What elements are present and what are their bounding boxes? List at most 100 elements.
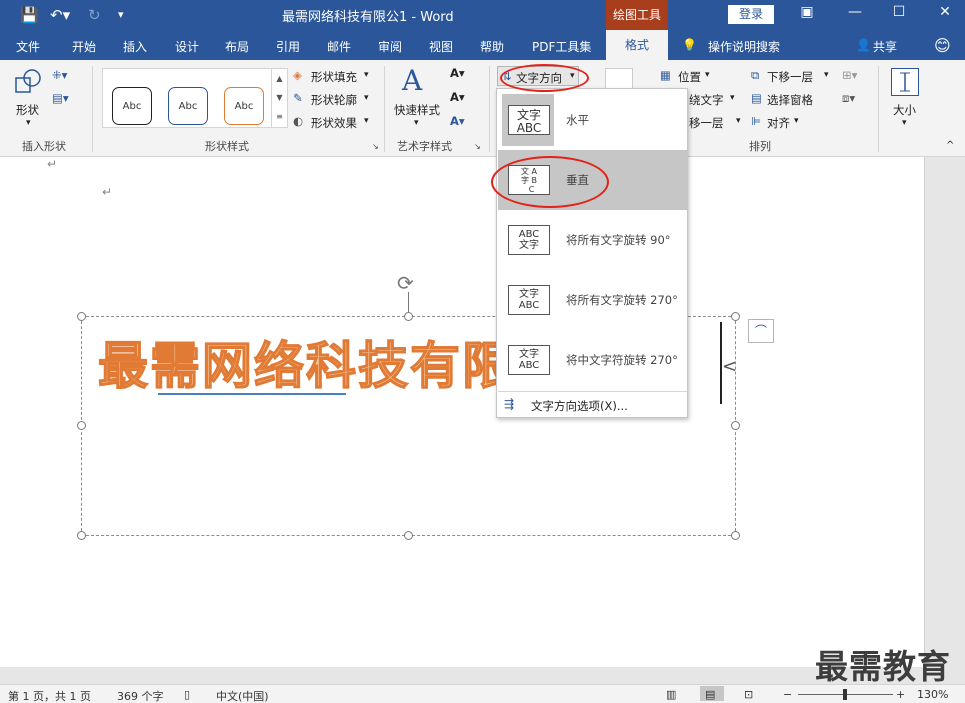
align-dropdown-icon[interactable]: ▾ — [794, 116, 799, 126]
rotate-icon[interactable]: ⧈▾ — [842, 91, 855, 106]
tab-insert[interactable]: 插入 — [123, 38, 147, 55]
layout-options-icon[interactable]: ⌒ — [748, 319, 774, 343]
shape-style-black[interactable]: Abc — [112, 87, 152, 125]
text-effects-icon[interactable]: A▾ — [450, 114, 465, 128]
tell-me-search[interactable]: 操作说明搜索 — [708, 38, 780, 55]
menu-item-text-direction-options[interactable]: ⇶ 文字方向选项(X)... — [498, 393, 687, 417]
shapes-dropdown-icon[interactable]: ▾ — [26, 118, 31, 128]
tab-mailings[interactable]: 邮件 — [327, 38, 351, 55]
text-outline-icon[interactable]: A▾ — [450, 90, 465, 104]
shapes-gallery-icon[interactable] — [14, 68, 44, 96]
login-button[interactable]: 登录 — [728, 5, 774, 24]
collapse-ribbon-icon[interactable]: ^ — [946, 140, 954, 151]
tab-review[interactable]: 审阅 — [378, 38, 402, 55]
bring-forward-button[interactable]: 移一层 — [689, 115, 724, 131]
close-icon[interactable]: ✕ — [930, 4, 960, 20]
tab-layout[interactable]: 布局 — [225, 38, 249, 55]
tab-references[interactable]: 引用 — [276, 38, 300, 55]
menu-item-rotate-270[interactable]: 文字 ABC 将所有文字旋转 270° — [498, 270, 687, 330]
shape-effects-button[interactable]: 形状效果 — [311, 115, 357, 131]
wrap-text-button[interactable]: 绕文字 — [689, 92, 724, 108]
rotate-handle-line — [408, 292, 409, 314]
tab-pdf-tools[interactable]: PDF工具集 — [532, 38, 591, 55]
text-box-icon[interactable]: ▤▾ — [52, 91, 69, 105]
customize-qat-icon[interactable]: ▾ — [118, 8, 124, 21]
language-indicator[interactable]: 中文(中国) — [216, 688, 269, 703]
text-fill-icon[interactable]: A▾ — [450, 66, 465, 80]
tab-file[interactable]: 文件 — [16, 38, 40, 55]
position-icon[interactable]: ▦ — [660, 68, 671, 82]
resize-handle-top-right[interactable] — [731, 312, 740, 321]
resize-handle-bottom-right[interactable] — [731, 531, 740, 540]
send-backward-dropdown-icon[interactable]: ▾ — [824, 70, 829, 80]
resize-handle-top[interactable] — [404, 312, 413, 321]
proofing-icon[interactable]: ▯ — [184, 688, 190, 701]
ribbon-display-options-icon[interactable]: ▣ — [792, 4, 822, 20]
tab-help[interactable]: 帮助 — [480, 38, 504, 55]
zoom-level[interactable]: 130% — [917, 688, 948, 701]
tab-home[interactable]: 开始 — [72, 38, 96, 55]
zoom-in-icon[interactable]: + — [896, 688, 905, 701]
menu-item-rotate-90[interactable]: ABC 文字 将所有文字旋转 90° — [498, 210, 687, 270]
send-backward-icon[interactable]: ⧉ — [751, 68, 759, 83]
rotate-handle-icon[interactable]: ⟳ — [397, 271, 414, 295]
minimize-icon[interactable]: — — [840, 4, 870, 20]
page-count[interactable]: 第 1 页，共 1 页 — [8, 688, 91, 703]
wrap-text-dropdown-icon[interactable]: ▾ — [730, 93, 735, 103]
undo-icon[interactable]: ↶▾ — [50, 6, 70, 24]
shape-outline-icon[interactable]: ✎ — [293, 91, 303, 105]
share-button[interactable]: 共享 — [873, 38, 897, 55]
edit-shape-icon[interactable]: ⁜▾ — [52, 68, 67, 82]
word-count[interactable]: 369 个字 — [117, 688, 164, 703]
feedback-smiley-icon[interactable]: 😊 — [934, 36, 951, 55]
menu-item-horizontal[interactable]: 文字 ABC 水平 — [498, 90, 687, 150]
group-objects-icon[interactable]: ⊞▾ — [842, 68, 857, 82]
align-icon[interactable]: ⊫ — [751, 114, 761, 128]
quick-styles-icon[interactable]: A — [402, 64, 422, 97]
position-button[interactable]: 位置 — [678, 69, 701, 85]
shape-fill-dropdown-icon[interactable]: ▾ — [364, 70, 369, 80]
group-shape-styles: 形状样式 — [205, 140, 249, 153]
resize-handle-right[interactable] — [731, 421, 740, 430]
resize-handle-bottom[interactable] — [404, 531, 413, 540]
tab-design[interactable]: 设计 — [175, 38, 199, 55]
align-button[interactable]: 对齐 — [767, 115, 790, 131]
quick-styles-dropdown-icon[interactable]: ▾ — [414, 118, 419, 128]
selection-pane-button[interactable]: 选择窗格 — [767, 92, 813, 108]
resize-handle-top-left[interactable] — [77, 312, 86, 321]
shape-outline-dropdown-icon[interactable]: ▾ — [364, 93, 369, 103]
tab-format[interactable]: 格式 — [606, 30, 668, 62]
print-layout-icon[interactable]: ▤ — [705, 688, 715, 701]
resize-handle-left[interactable] — [77, 421, 86, 430]
read-mode-icon[interactable]: ▥ — [666, 688, 676, 701]
shape-effects-dropdown-icon[interactable]: ▾ — [364, 116, 369, 126]
selection-pane-icon[interactable]: ▤ — [751, 91, 762, 105]
redo-icon[interactable]: ↻ — [88, 6, 101, 24]
shape-effects-icon[interactable]: ◐ — [293, 114, 303, 128]
gallery-scroll-icon[interactable]: ▲ ▼ ≡ — [271, 69, 287, 127]
vertical-scrollbar[interactable] — [924, 157, 965, 667]
tab-view[interactable]: 视图 — [429, 38, 453, 55]
bring-forward-dropdown-icon[interactable]: ▾ — [736, 116, 741, 126]
maximize-icon[interactable]: ☐ — [884, 4, 914, 20]
zoom-out-icon[interactable]: − — [783, 688, 792, 701]
web-layout-icon[interactable]: ⊡ — [744, 688, 753, 701]
shape-styles-launcher-icon[interactable]: ↘ — [372, 142, 379, 151]
menu-item-rotate-cjk-270[interactable]: 文字 ABC 将中文字符旋转 270° — [498, 330, 687, 390]
shapes-label[interactable]: 形状 — [16, 102, 39, 118]
position-dropdown-icon[interactable]: ▾ — [705, 70, 710, 80]
size-dropdown-icon[interactable]: ▾ — [902, 118, 907, 128]
wordart-launcher-icon[interactable]: ↘ — [474, 142, 481, 151]
size-icon[interactable] — [891, 68, 919, 96]
quick-styles-button[interactable]: 快速样式 — [394, 102, 440, 118]
shape-style-blue[interactable]: Abc — [168, 87, 208, 125]
zoom-slider-thumb[interactable] — [843, 689, 847, 700]
shape-fill-icon[interactable]: ◈ — [293, 68, 302, 82]
send-backward-button[interactable]: 下移一层 — [767, 69, 813, 85]
shape-outline-button[interactable]: 形状轮廓 — [311, 92, 357, 108]
size-button[interactable]: 大小 — [893, 102, 916, 118]
save-icon[interactable]: 💾 — [20, 6, 39, 24]
resize-handle-bottom-left[interactable] — [77, 531, 86, 540]
shape-style-orange[interactable]: Abc — [224, 87, 264, 125]
shape-fill-button[interactable]: 形状填充 — [311, 69, 357, 85]
